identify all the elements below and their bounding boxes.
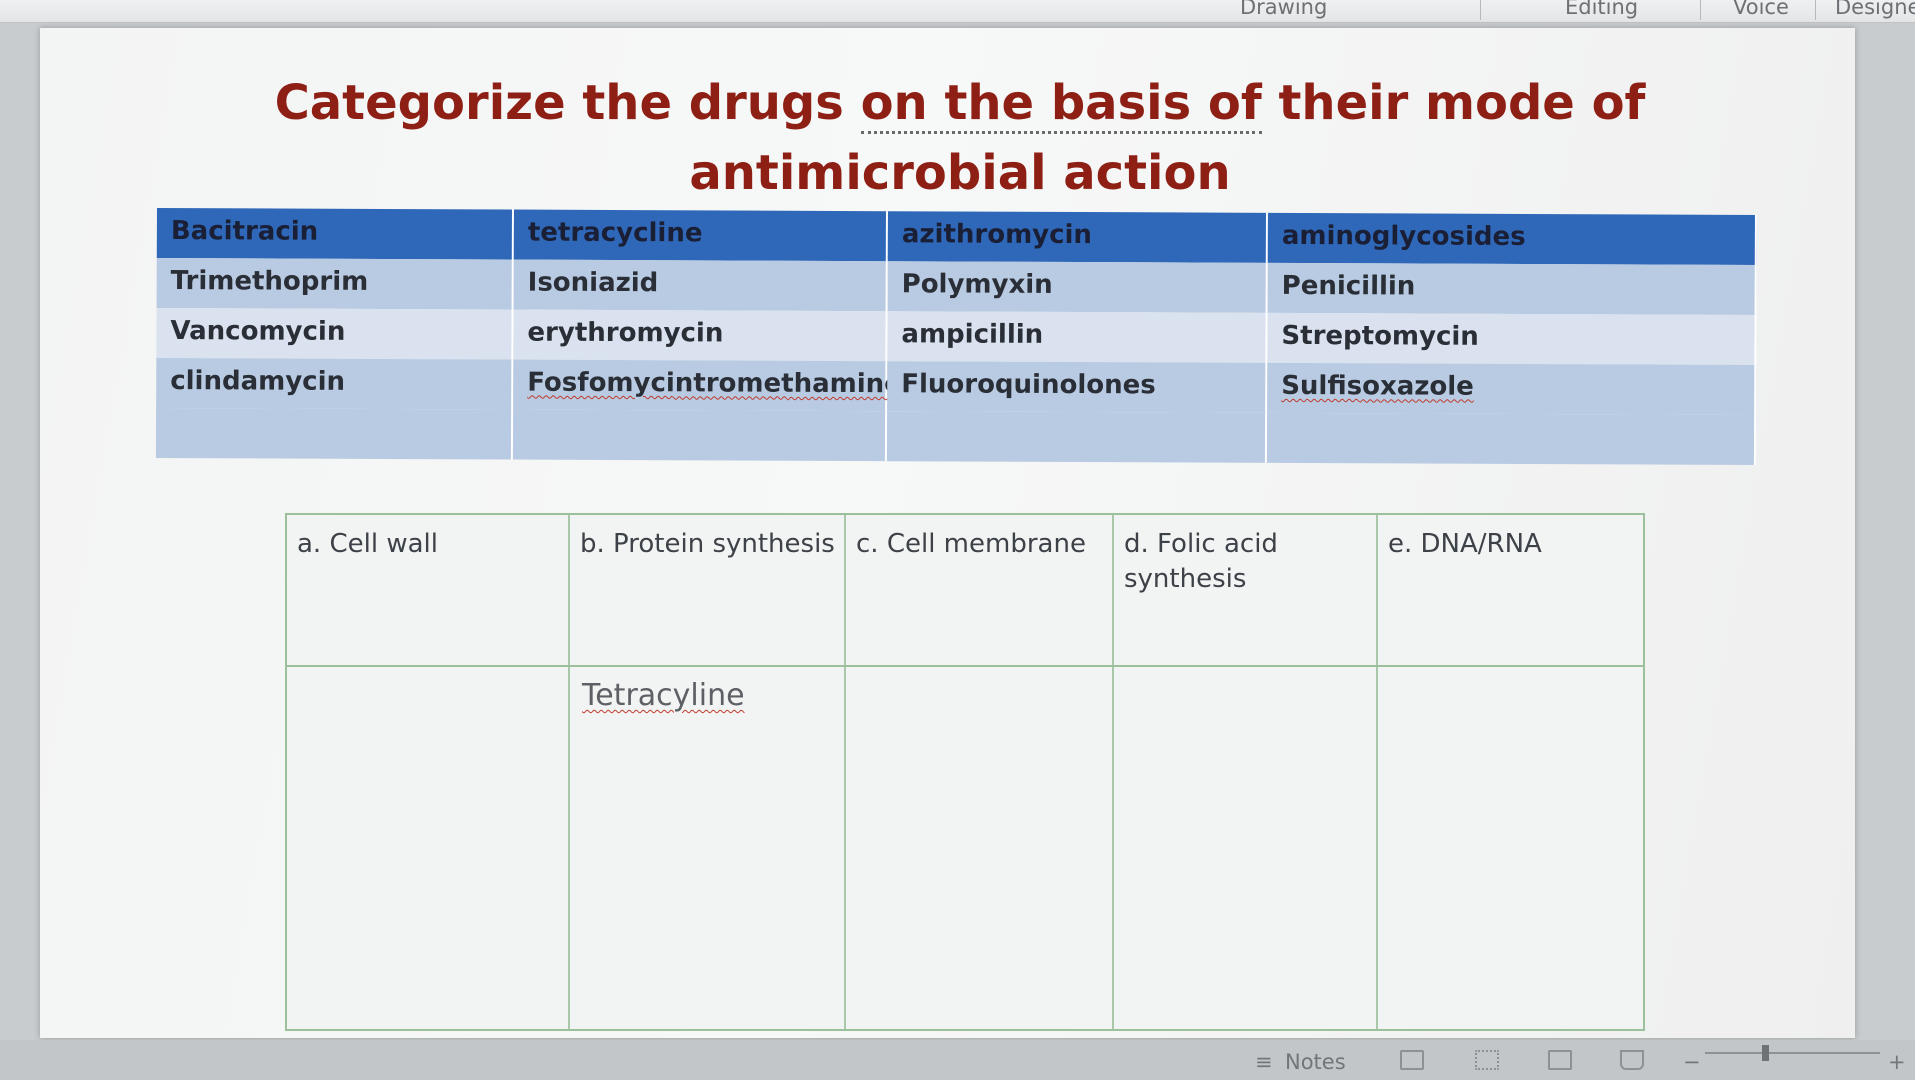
drug-cell[interactable]: aminoglycosides <box>1267 212 1757 265</box>
header-divider <box>287 665 1643 667</box>
drug-cell[interactable]: Bacitracin <box>156 208 514 260</box>
drugs-table-empty-row <box>155 407 1757 465</box>
ribbon-group-drawing[interactable]: Drawing <box>1240 0 1327 19</box>
notes-button[interactable]: Notes <box>1285 1050 1346 1074</box>
drugs-table-row: Vancomycin erythromycin ampicillin Strep… <box>156 307 1757 365</box>
zoom-out-icon[interactable]: − <box>1683 1050 1701 1074</box>
zoom-in-icon[interactable]: + <box>1888 1050 1906 1074</box>
drugs-table-header-row: Bacitracin tetracycline azithromycin ami… <box>156 208 1757 265</box>
slide-title[interactable]: Categorize the drugs on the basis of the… <box>190 68 1730 208</box>
drug-cell[interactable]: Fosfomycintromethamine <box>513 359 902 412</box>
drug-cell[interactable]: tetracycline <box>513 209 888 262</box>
normal-view-icon[interactable] <box>1400 1050 1424 1070</box>
category-header-dna-rna[interactable]: e. DNA/RNA <box>1388 527 1628 562</box>
drug-cell[interactable]: clindamycin <box>156 357 514 410</box>
category-column-protein-synthesis[interactable] <box>570 515 846 1029</box>
drug-cell[interactable]: Vancomycin <box>156 307 514 360</box>
drug-cell[interactable]: Penicillin <box>1267 262 1757 315</box>
drug-cell[interactable]: Sulfisoxazole <box>1267 362 1757 415</box>
drugs-table[interactable]: Bacitracin tetracycline azithromycin ami… <box>155 208 1757 465</box>
categories-table[interactable]: a. Cell wall b. Protein synthesis c. Cel… <box>285 513 1645 1031</box>
drug-cell-text: Sulfisoxazole <box>1281 370 1474 402</box>
ribbon-group-voice[interactable]: Voice <box>1733 0 1789 19</box>
drug-cell-empty[interactable] <box>1266 412 1757 465</box>
drug-cell-text: Fosfomycintromethamine <box>527 367 902 400</box>
protein-synthesis-entry[interactable]: Tetracyline <box>582 678 745 713</box>
slideshow-icon[interactable] <box>1620 1050 1644 1070</box>
drug-cell[interactable]: Isoniazid <box>513 259 888 312</box>
notes-icon[interactable]: ≡ <box>1255 1050 1273 1074</box>
drug-cell[interactable]: ampicillin <box>887 311 1268 363</box>
category-column-cell-membrane[interactable] <box>846 515 1114 1029</box>
drug-cell[interactable]: Trimethoprim <box>156 257 514 310</box>
ribbon-group-designer[interactable]: Designe <box>1835 0 1915 19</box>
status-bar: ≡ Notes − + <box>0 1040 1915 1080</box>
category-column-cell-wall[interactable] <box>287 515 570 1029</box>
ribbon-separator <box>1815 0 1816 20</box>
zoom-slider-thumb[interactable] <box>1762 1045 1769 1061</box>
ribbon-group-editing[interactable]: Editing <box>1565 0 1638 19</box>
drug-cell[interactable]: Streptomycin <box>1267 312 1757 365</box>
category-header-folic-acid[interactable]: d. Folic acid synthesis <box>1124 527 1289 597</box>
drugs-table-row: clindamycin Fosfomycintromethamine Fluor… <box>156 357 1757 415</box>
drug-cell[interactable]: azithromycin <box>887 211 1268 263</box>
category-header-protein-synthesis[interactable]: b. Protein synthesis <box>580 527 842 562</box>
ribbon-bar: Drawing Editing Voice Designe <box>0 0 1915 23</box>
category-header-cell-membrane[interactable]: c. Cell membrane <box>856 527 1106 562</box>
zoom-slider-track[interactable] <box>1705 1052 1880 1054</box>
drug-cell-empty[interactable] <box>886 411 1268 463</box>
title-text-underlined: on the basis of <box>860 75 1262 134</box>
slide-sorter-icon[interactable] <box>1475 1050 1499 1070</box>
category-header-cell-wall[interactable]: a. Cell wall <box>297 527 557 562</box>
drugs-table-row: Trimethoprim Isoniazid Polymyxin Penicil… <box>156 257 1757 315</box>
ribbon-separator <box>1480 0 1481 20</box>
drug-cell-empty[interactable] <box>512 409 888 462</box>
drug-cell[interactable]: erythromycin <box>513 309 888 362</box>
slide-canvas[interactable]: Categorize the drugs on the basis of the… <box>40 28 1855 1038</box>
drug-cell[interactable]: Polymyxin <box>887 261 1268 313</box>
ribbon-separator <box>1700 0 1701 20</box>
drug-cell-empty[interactable] <box>155 407 514 460</box>
drug-cell[interactable]: Fluoroquinolones <box>887 361 1268 413</box>
reading-view-icon[interactable] <box>1548 1050 1572 1070</box>
title-text-part1: Categorize the drugs <box>274 75 861 131</box>
